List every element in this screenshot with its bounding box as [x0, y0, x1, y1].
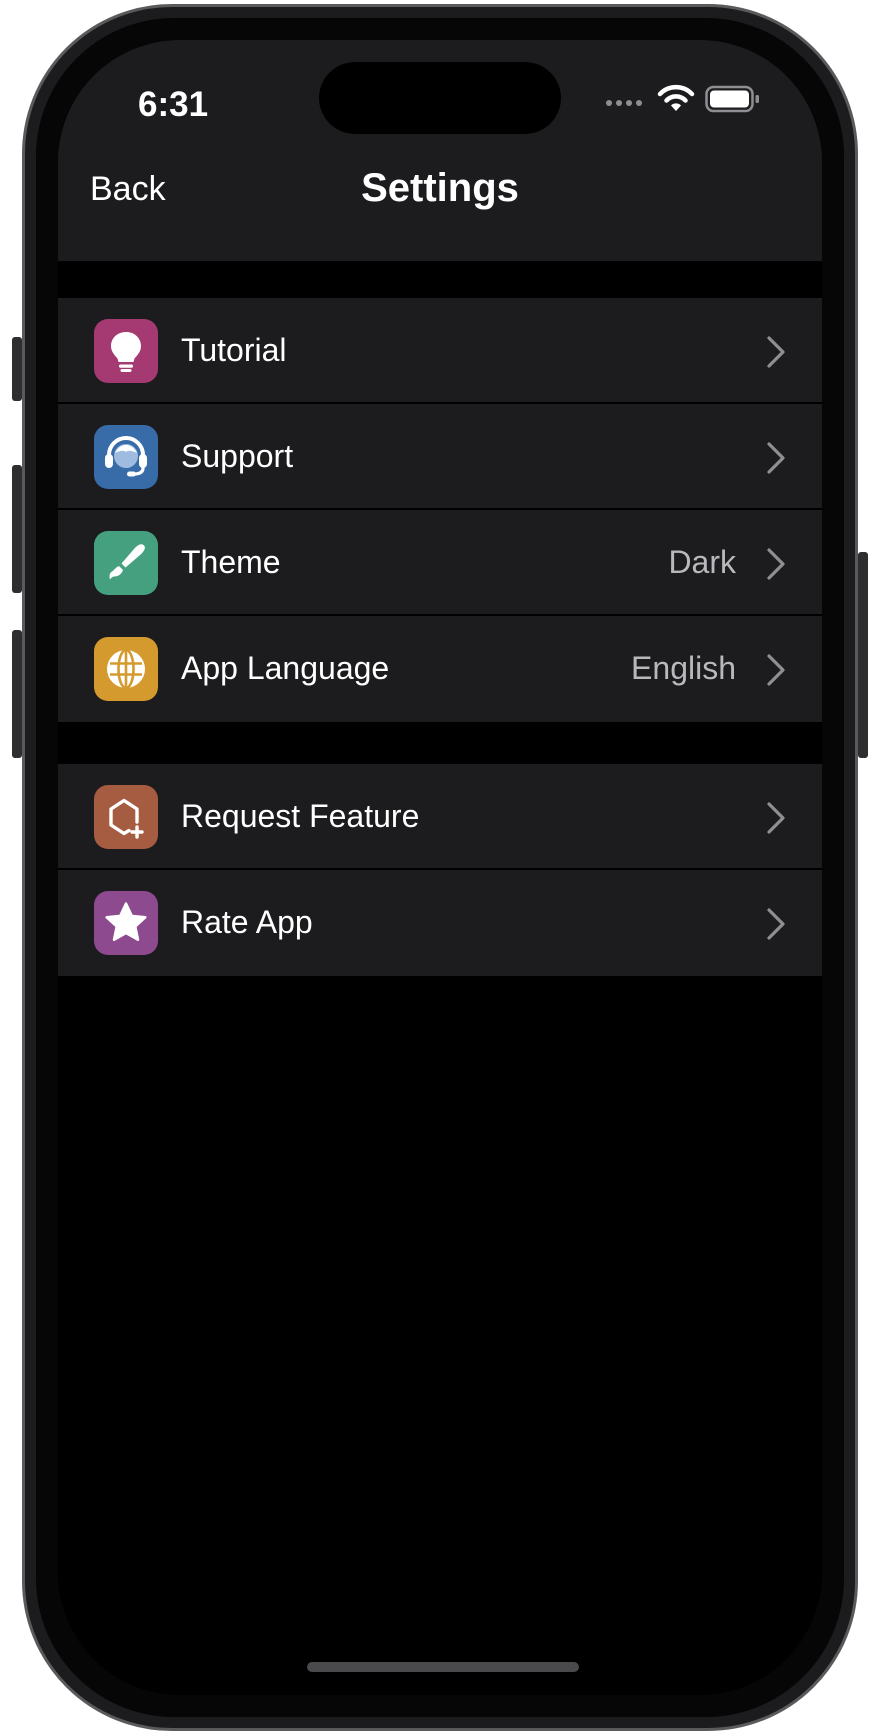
settings-row-request-feature[interactable]: Request Feature — [58, 764, 822, 870]
chevron-right-icon — [767, 654, 785, 686]
home-indicator[interactable] — [307, 1662, 579, 1672]
screen: 6:31 Back Settings Tutorial Support Them… — [58, 40, 822, 1695]
row-label: Theme — [181, 544, 281, 580]
battery-icon — [705, 83, 761, 115]
globe-icon — [94, 637, 158, 701]
settings-row-support[interactable]: Support — [58, 404, 822, 510]
lightbulb-icon — [94, 319, 158, 383]
settings-group-general: Tutorial Support Theme Dark App Language… — [58, 298, 822, 722]
power-button — [858, 552, 868, 758]
settings-row-rate-app[interactable]: Rate App — [58, 870, 822, 976]
status-time: 6:31 — [138, 85, 209, 124]
dynamic-island — [319, 62, 561, 134]
row-label: Support — [181, 438, 294, 474]
row-label: App Language — [181, 650, 390, 686]
volume-up-button — [12, 465, 22, 593]
row-value: English — [631, 650, 736, 686]
settings-row-tutorial[interactable]: Tutorial — [58, 298, 822, 404]
chevron-right-icon — [767, 908, 785, 940]
hexagon-plus-icon — [94, 785, 158, 849]
row-label: Tutorial — [181, 332, 287, 368]
volume-down-button — [12, 630, 22, 758]
cellular-signal-icon — [606, 100, 646, 112]
star-icon — [94, 891, 158, 955]
page-title: Settings — [361, 166, 519, 210]
row-value: Dark — [668, 544, 736, 580]
paintbrush-icon — [94, 531, 158, 595]
action-button — [12, 337, 22, 401]
wifi-icon — [657, 83, 695, 113]
chevron-right-icon — [767, 548, 785, 580]
chevron-right-icon — [767, 802, 785, 834]
back-button[interactable]: Back — [90, 164, 200, 214]
row-label: Request Feature — [181, 798, 420, 834]
chevron-right-icon — [767, 336, 785, 368]
navigation-bar: 6:31 Back Settings — [58, 40, 822, 261]
settings-row-app-language[interactable]: App Language English — [58, 616, 822, 722]
settings-group-feedback: Request Feature Rate App — [58, 764, 822, 976]
settings-row-theme[interactable]: Theme Dark — [58, 510, 822, 616]
row-label: Rate App — [181, 904, 313, 940]
chevron-right-icon — [767, 442, 785, 474]
headset-icon — [94, 425, 158, 489]
